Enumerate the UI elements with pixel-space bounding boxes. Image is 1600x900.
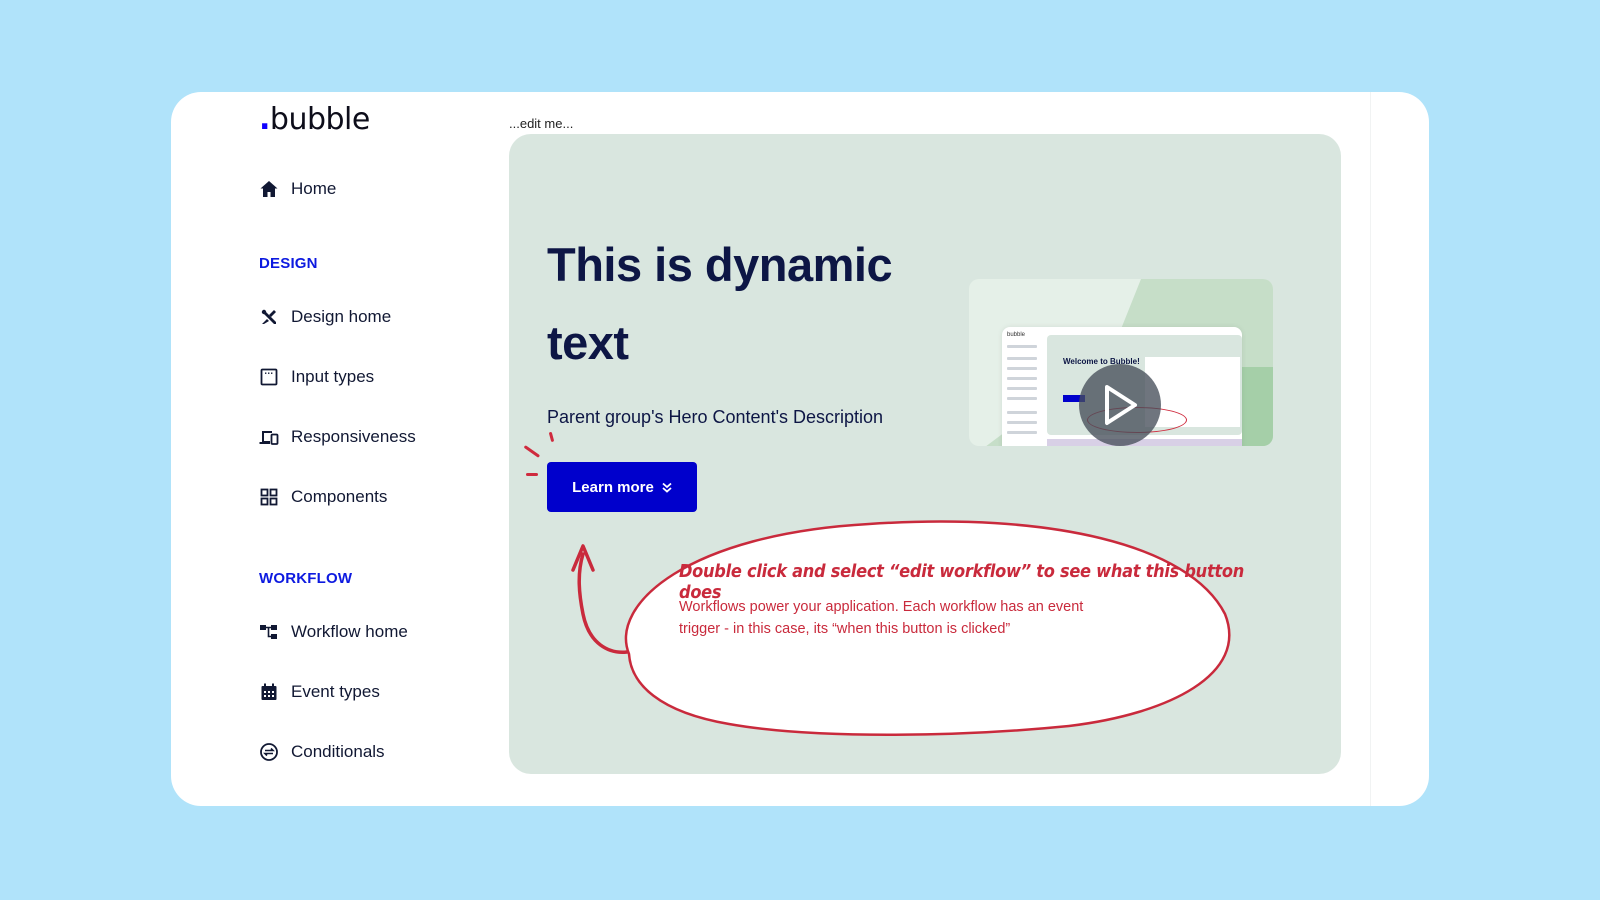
sidebar-item-input-types[interactable]: Input types	[259, 364, 374, 390]
logo-text: bubble	[269, 102, 370, 137]
intro-video-thumbnail[interactable]: bubble Welcome to Bubble!	[969, 279, 1273, 446]
sidebar-item-label: Design home	[291, 307, 392, 326]
devices-icon	[259, 427, 279, 447]
swap-circle-icon	[259, 742, 279, 762]
sidebar-item-label: Workflow home	[291, 622, 408, 641]
app-window: .bubble Home DESIGN Design home Input ty…	[171, 92, 1429, 806]
annotation-body: Workflows power your application. Each w…	[679, 599, 1084, 637]
home-icon	[259, 179, 279, 199]
hero-group: This is dynamic text Parent group's Hero…	[509, 134, 1341, 774]
sidebar-item-workflow-home[interactable]: Workflow home	[259, 619, 408, 645]
edit-me-text[interactable]: ...edit me...	[509, 116, 573, 131]
annotation-arrow	[577, 552, 629, 654]
section-heading-workflow: WORKFLOW	[259, 570, 353, 587]
sparkle-mark	[548, 431, 554, 443]
play-icon	[1105, 385, 1137, 425]
design-tools-icon	[259, 307, 279, 327]
bubble-logo[interactable]: .bubble	[259, 102, 370, 137]
sidebar-item-label: Components	[291, 487, 388, 506]
section-heading-design: DESIGN	[259, 255, 318, 272]
sidebar-item-label: Input types	[291, 367, 375, 386]
sidebar-item-components[interactable]: Components	[259, 484, 387, 510]
sidebar-item-home[interactable]: Home	[259, 176, 336, 202]
sidebar-item-label: Event types	[291, 682, 380, 701]
sidebar-item-design-home[interactable]: Design home	[259, 304, 391, 330]
right-divider	[1370, 92, 1371, 806]
sparkle-mark	[523, 445, 541, 458]
learn-more-label: Learn more	[572, 478, 654, 496]
preview-logo: bubble	[1007, 332, 1026, 338]
grid-icon	[259, 487, 279, 507]
calendar-icon	[259, 682, 279, 702]
sidebar-item-label: Responsiveness	[291, 427, 416, 446]
sidebar-item-label: Home	[291, 179, 337, 198]
sidebar-item-event-types[interactable]: Event types	[259, 679, 380, 705]
logo-dot: .	[259, 102, 270, 137]
play-button[interactable]	[1079, 364, 1161, 446]
sidebar-item-responsiveness[interactable]: Responsiveness	[259, 424, 416, 450]
preview-footer	[1047, 439, 1242, 446]
hero-description: Parent group's Hero Content's Descriptio…	[547, 407, 884, 427]
input-window-icon	[259, 367, 279, 387]
hero-title: This is dynamic text	[547, 238, 893, 369]
double-chevron-down-icon	[662, 482, 672, 493]
sparkle-mark	[526, 473, 538, 476]
workflow-tree-icon	[259, 622, 279, 642]
sidebar-item-conditionals[interactable]: Conditionals	[259, 739, 385, 765]
sidebar-item-label: Conditionals	[291, 742, 385, 761]
